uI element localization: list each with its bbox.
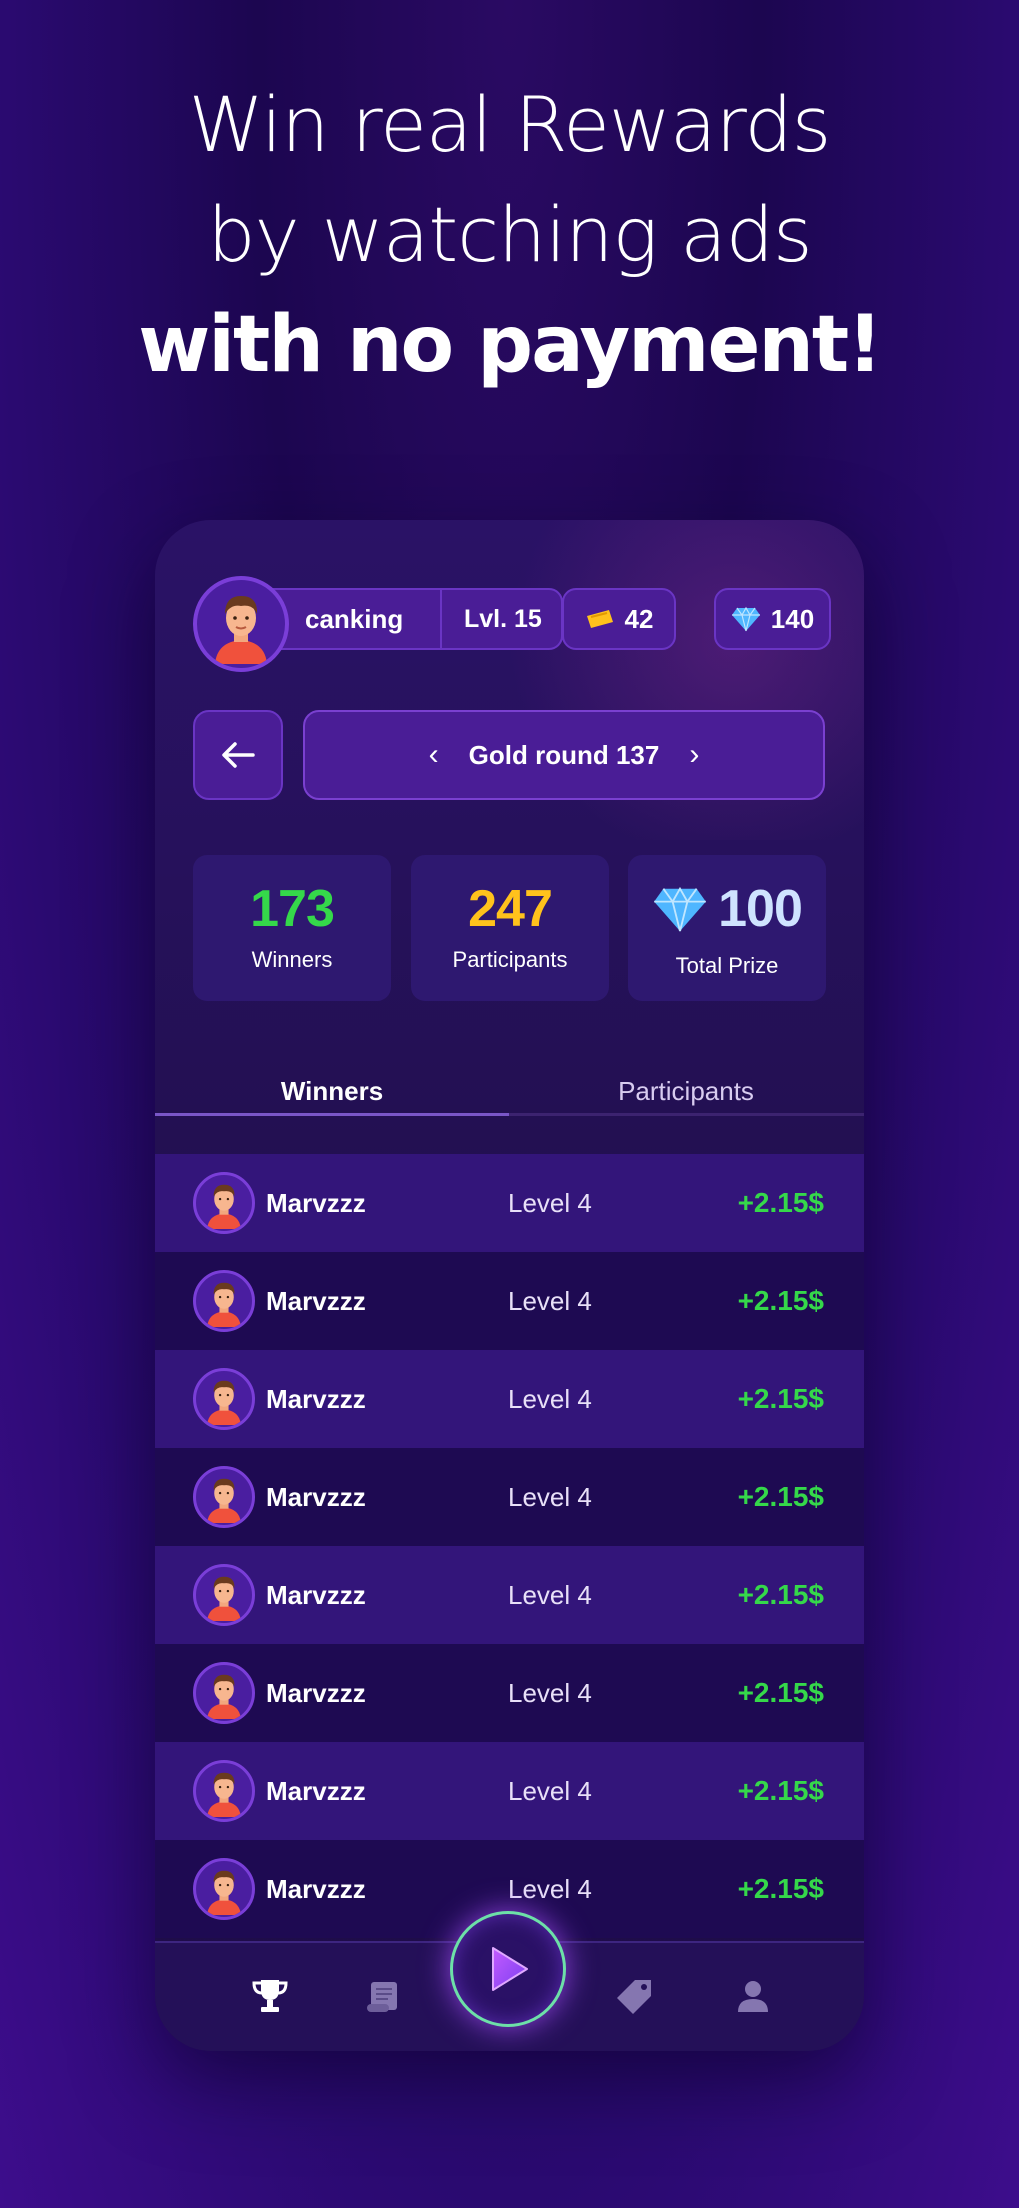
round-title: Gold round 137 <box>468 739 660 770</box>
row-username: Marvzzz <box>266 1285 366 1316</box>
list-item[interactable]: Marvzzz Level 4 +2.15$ <box>155 1546 864 1644</box>
row-level: Level 4 <box>508 1187 592 1218</box>
list-item[interactable]: Marvzzz Level 4 +2.15$ <box>155 1154 864 1252</box>
play-button[interactable] <box>450 1911 566 2027</box>
row-amount: +2.15$ <box>737 1481 824 1512</box>
row-level: Level 4 <box>508 1775 592 1806</box>
row-amount: +2.15$ <box>737 1285 824 1316</box>
back-button[interactable] <box>193 710 283 800</box>
avatar <box>193 1858 255 1920</box>
row-amount: +2.15$ <box>737 1383 824 1414</box>
row-amount: +2.15$ <box>737 1187 824 1218</box>
avatar <box>193 1564 255 1626</box>
avatar <box>193 1172 255 1234</box>
tickets-count: 42 <box>624 603 654 634</box>
winners-list: Marvzzz Level 4 +2.15$ Marvzzz Level 4 +2.15$… <box>155 1154 864 1938</box>
user-icon[interactable] <box>728 1971 778 2021</box>
headline: Win real Rewards by watching ads with no… <box>0 70 1019 400</box>
row-level: Level 4 <box>508 1481 592 1512</box>
total-prize-label: Total Prize <box>675 953 779 978</box>
total-prize-value: 100 <box>718 880 803 938</box>
stat-participants: 247 Participants <box>411 855 609 1001</box>
participants-label: Participants <box>452 947 568 972</box>
winners-count: 173 <box>250 880 335 938</box>
avatar <box>193 1662 255 1724</box>
row-username: Marvzzz <box>266 1187 366 1218</box>
stat-total-prize: 100 Total Prize <box>628 855 826 1001</box>
row-username: Marvzzz <box>266 1579 366 1610</box>
avatar <box>193 1368 255 1430</box>
participants-count: 247 <box>468 880 553 938</box>
tab-winners[interactable]: Winners <box>155 1060 509 1130</box>
username: canking <box>305 603 404 634</box>
row-level: Level 4 <box>508 1285 592 1316</box>
scroll-icon[interactable] <box>358 1971 408 2021</box>
list-item[interactable]: Marvzzz Level 4 +2.15$ <box>155 1742 864 1840</box>
headline-line-2: by watching ads <box>207 190 812 279</box>
avatar <box>193 1466 255 1528</box>
row-username: Marvzzz <box>266 1383 366 1414</box>
row-amount: +2.15$ <box>737 1873 824 1904</box>
tab-underline <box>155 1113 864 1116</box>
play-icon <box>492 1947 528 1991</box>
total-prize: 100 <box>628 879 826 939</box>
ticket-icon <box>586 610 613 628</box>
row-level: Level 4 <box>508 1579 592 1610</box>
trophy-icon[interactable] <box>245 1971 295 2021</box>
row-level: Level 4 <box>508 1383 592 1414</box>
gems-chip[interactable]: 140 <box>714 588 831 650</box>
round-selector: ‹ Gold round 137 › <box>303 710 825 800</box>
headline-line-3: with no payment! <box>138 300 883 390</box>
tab-participants[interactable]: Participants <box>509 1060 863 1130</box>
tickets-chip[interactable]: 42 <box>562 588 676 650</box>
tag-icon[interactable] <box>610 1971 660 2021</box>
headline-line-1: Win real Rewards <box>188 80 832 169</box>
top-bar: canking Lvl. 15 42 140 <box>193 576 833 672</box>
phone-screen: canking Lvl. 15 42 140 ‹ Gold round 137 … <box>155 520 864 2051</box>
avatar <box>193 1760 255 1822</box>
row-username: Marvzzz <box>266 1677 366 1708</box>
tabs: Winners Participants <box>155 1060 864 1130</box>
list-item[interactable]: Marvzzz Level 4 +2.15$ <box>155 1644 864 1742</box>
list-item[interactable]: Marvzzz Level 4 +2.15$ <box>155 1252 864 1350</box>
active-tab-indicator <box>155 1113 509 1116</box>
next-round-button[interactable]: › <box>689 738 699 772</box>
avatar-illustration <box>215 596 267 664</box>
prev-round-button[interactable]: ‹ <box>429 738 439 772</box>
gems-count: 140 <box>770 603 815 634</box>
winners-label: Winners <box>251 947 333 972</box>
gem-icon <box>731 606 760 632</box>
back-arrow-icon <box>222 742 255 768</box>
user-level: Lvl. 15 <box>464 604 542 633</box>
stat-winners: 173 Winners <box>193 855 391 1001</box>
row-username: Marvzzz <box>266 1873 366 1904</box>
row-amount: +2.15$ <box>737 1677 824 1708</box>
user-pill[interactable]: canking Lvl. 15 <box>253 588 563 650</box>
row-amount: +2.15$ <box>737 1579 824 1610</box>
gem-icon <box>654 886 706 932</box>
row-level: Level 4 <box>508 1873 592 1904</box>
row-username: Marvzzz <box>266 1481 366 1512</box>
row-amount: +2.15$ <box>737 1775 824 1806</box>
list-item[interactable]: Marvzzz Level 4 +2.15$ <box>155 1350 864 1448</box>
list-item[interactable]: Marvzzz Level 4 +2.15$ <box>155 1448 864 1546</box>
row-level: Level 4 <box>508 1677 592 1708</box>
avatar <box>193 1270 255 1332</box>
avatar[interactable] <box>193 576 289 672</box>
row-username: Marvzzz <box>266 1775 366 1806</box>
